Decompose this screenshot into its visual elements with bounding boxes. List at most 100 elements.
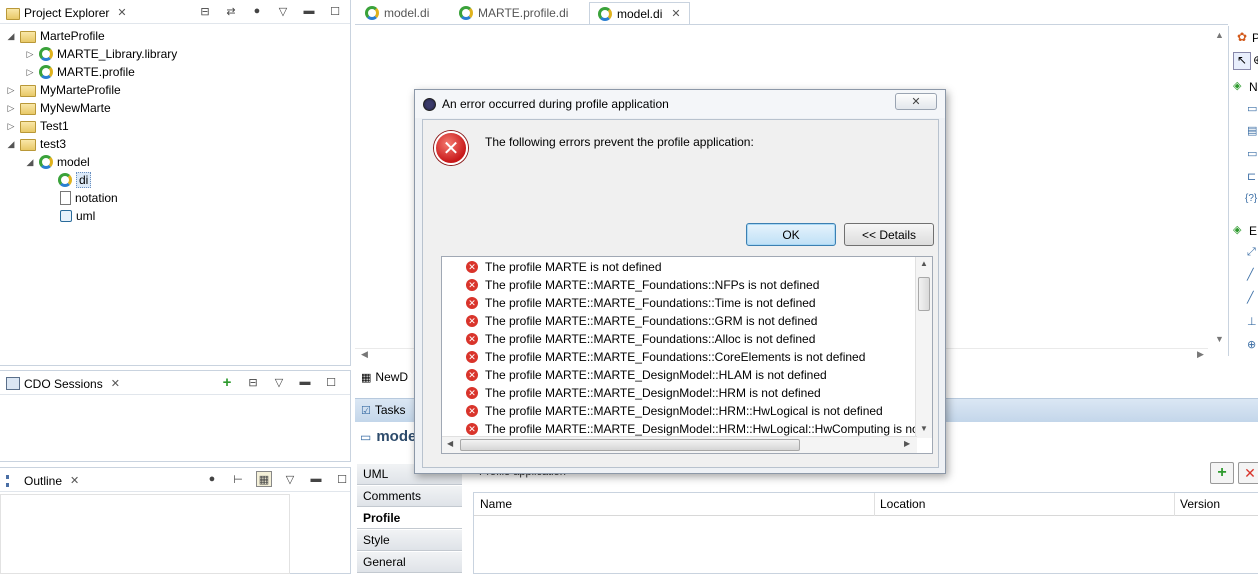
minimize-icon[interactable]: ▬ xyxy=(297,374,313,390)
dialog-close-button[interactable]: ✕ xyxy=(895,93,937,110)
collapse-all-icon[interactable]: ⊟ xyxy=(197,3,213,19)
error-row[interactable]: ✕ The profile MARTE::MARTE_DesignModel::H… xyxy=(466,402,883,420)
view-menu-icon[interactable]: ▽ xyxy=(271,374,287,390)
close-icon[interactable]: ✕ xyxy=(70,474,79,487)
close-icon[interactable]: ✕ xyxy=(111,377,120,390)
project-explorer-tab[interactable]: Project Explorer ✕ xyxy=(0,2,133,23)
dialog-titlebar[interactable]: An error occurred during profile applica… xyxy=(415,90,945,118)
view-menu-icon[interactable]: ▽ xyxy=(275,3,291,19)
tree-item[interactable]: ▷ MARTE.profile xyxy=(25,63,135,81)
column-name[interactable]: Name xyxy=(480,497,512,511)
newd-tab[interactable]: ▦ NewD xyxy=(357,366,413,388)
select-tool-icon[interactable]: ↖ xyxy=(1233,52,1251,70)
details-hscrollbar[interactable]: ◀ ▶ xyxy=(442,436,917,453)
cdo-sessions-tab[interactable]: CDO Sessions ✕ xyxy=(0,373,126,394)
expanded-arrow-icon[interactable]: ◢ xyxy=(6,139,16,150)
vscroll-thumb[interactable] xyxy=(918,277,930,311)
add-profile-button[interactable]: + xyxy=(1210,462,1234,484)
tree-item[interactable]: uml xyxy=(44,207,95,225)
tree-item[interactable]: ◢ test3 xyxy=(6,135,66,153)
editor-tab[interactable]: MARTE.profile.di xyxy=(451,2,576,24)
maximize-icon[interactable]: ☐ xyxy=(327,3,343,19)
error-row[interactable]: ✕ The profile MARTE::MARTE_Foundations::T… xyxy=(466,294,816,312)
column-version[interactable]: Version xyxy=(1180,497,1220,511)
dependency-tool-icon[interactable]: ╱ xyxy=(1247,268,1254,281)
side-tab-style[interactable]: Style xyxy=(357,530,462,551)
minimize-icon[interactable]: ▬ xyxy=(301,3,317,19)
tree-mode-icon[interactable]: ⊢ xyxy=(230,471,246,487)
association-tool-icon[interactable]: ⤢ xyxy=(1247,246,1256,259)
close-icon[interactable]: ✕ xyxy=(117,6,126,19)
error-row[interactable]: ✕ The profile MARTE::MARTE_DesignModel::H… xyxy=(466,366,827,384)
comment-tool-icon[interactable]: {?} xyxy=(1245,193,1257,204)
collapsed-arrow-icon[interactable]: ▷ xyxy=(6,103,16,114)
class-tool-icon[interactable]: ▭ xyxy=(1247,102,1257,115)
editor-tab[interactable]: model.di xyxy=(357,2,437,24)
palette-group-nodes[interactable]: N xyxy=(1249,80,1258,94)
remove-profile-button[interactable]: ✕ xyxy=(1238,462,1258,484)
tree-item[interactable]: ◢ model xyxy=(25,153,90,171)
hscroll-thumb[interactable] xyxy=(460,439,800,451)
filter-icon[interactable]: ● xyxy=(204,471,220,487)
error-details-list[interactable]: ✕ The profile MARTE is not defined ✕ The pr… xyxy=(441,256,933,454)
error-row[interactable]: ✕ The profile MARTE::MARTE_Foundations::N… xyxy=(466,276,819,294)
scroll-down-icon[interactable]: ▼ xyxy=(920,424,928,433)
filter-icon[interactable]: ● xyxy=(249,3,265,19)
palette-scroll-up-icon[interactable]: ▲ xyxy=(1215,30,1224,40)
error-row[interactable]: ✕ The profile MARTE::MARTE_DesignModel::H… xyxy=(466,384,821,402)
side-tab-profile[interactable]: Profile xyxy=(357,508,462,529)
error-row[interactable]: ✕ The profile MARTE::MARTE_Foundations::G… xyxy=(466,312,817,330)
tree-item[interactable]: di xyxy=(44,171,92,189)
scroll-left-icon[interactable]: ◀ xyxy=(447,439,453,448)
outline-tab[interactable]: Outline ✕ xyxy=(0,470,86,491)
expanded-arrow-icon[interactable]: ◢ xyxy=(25,157,35,168)
palette-scroll-down-icon[interactable]: ▼ xyxy=(1215,334,1224,344)
scroll-right-icon[interactable]: ▶ xyxy=(1197,349,1204,360)
expanded-arrow-icon[interactable]: ◢ xyxy=(6,31,16,42)
tree-item[interactable]: ▷ MARTE_Library.library xyxy=(25,45,177,63)
collapse-all-icon[interactable]: ⊟ xyxy=(245,374,261,390)
package-tool-icon[interactable]: ▤ xyxy=(1247,124,1257,137)
details-vscrollbar[interactable]: ▲ ▼ xyxy=(915,257,932,438)
tree-item[interactable]: ▷ MyNewMarte xyxy=(6,99,111,117)
realization-tool-icon[interactable]: ⊥ xyxy=(1247,315,1257,328)
scroll-left-icon[interactable]: ◀ xyxy=(361,349,368,360)
view-menu-icon[interactable]: ▽ xyxy=(282,471,298,487)
editor-tab[interactable]: model.di ✕ xyxy=(589,2,690,24)
generalization-tool-icon[interactable]: ╱ xyxy=(1247,291,1254,304)
tree-item[interactable]: ▷ MyMarteProfile xyxy=(6,81,121,99)
palette-group-edges[interactable]: E xyxy=(1249,224,1257,238)
side-tab-general[interactable]: General xyxy=(357,552,462,573)
close-icon[interactable]: ✕ xyxy=(671,7,680,20)
side-tab-comments[interactable]: Comments xyxy=(357,486,462,507)
collapsed-arrow-icon[interactable]: ▷ xyxy=(25,49,35,60)
scroll-right-icon[interactable]: ▶ xyxy=(904,439,910,448)
tree-item-label: di xyxy=(76,172,92,188)
error-row[interactable]: ✕ The profile MARTE::MARTE_Foundations::C… xyxy=(466,348,865,366)
tree-item[interactable]: ◢ MarteProfile xyxy=(6,27,105,45)
ok-button[interactable]: OK xyxy=(746,223,836,246)
collapsed-arrow-icon[interactable]: ▷ xyxy=(25,67,35,78)
details-button[interactable]: << Details xyxy=(844,223,934,246)
tree-item[interactable]: notation xyxy=(44,189,118,207)
component-tool-icon[interactable]: ⊏ xyxy=(1247,170,1256,183)
minimize-icon[interactable]: ▬ xyxy=(308,471,324,487)
error-row[interactable]: ✕ The profile MARTE is not defined xyxy=(466,258,662,276)
collapsed-arrow-icon[interactable]: ▷ xyxy=(6,121,16,132)
overview-mode-icon[interactable]: ▦ xyxy=(256,471,272,487)
link-with-editor-icon[interactable]: ⇄ xyxy=(223,3,239,19)
tree-item[interactable]: ▷ Test1 xyxy=(6,117,69,135)
maximize-icon[interactable]: ☐ xyxy=(334,471,350,487)
collapsed-arrow-icon[interactable]: ▷ xyxy=(6,85,16,96)
interface-tool-icon[interactable]: ▭ xyxy=(1247,147,1257,160)
marquee-tool-icon[interactable]: ⊕ xyxy=(1253,53,1258,67)
newd-label: NewD xyxy=(375,370,409,384)
link-tool-icon[interactable]: ⊕ xyxy=(1247,338,1256,351)
tasks-tab[interactable]: ☑ Tasks xyxy=(357,399,410,421)
column-location[interactable]: Location xyxy=(880,497,925,511)
tree-item-label: uml xyxy=(76,209,96,223)
add-session-icon[interactable]: + xyxy=(219,374,235,391)
scroll-up-icon[interactable]: ▲ xyxy=(920,259,928,268)
maximize-icon[interactable]: ☐ xyxy=(323,374,339,390)
error-row[interactable]: ✕ The profile MARTE::MARTE_Foundations::A… xyxy=(466,330,815,348)
